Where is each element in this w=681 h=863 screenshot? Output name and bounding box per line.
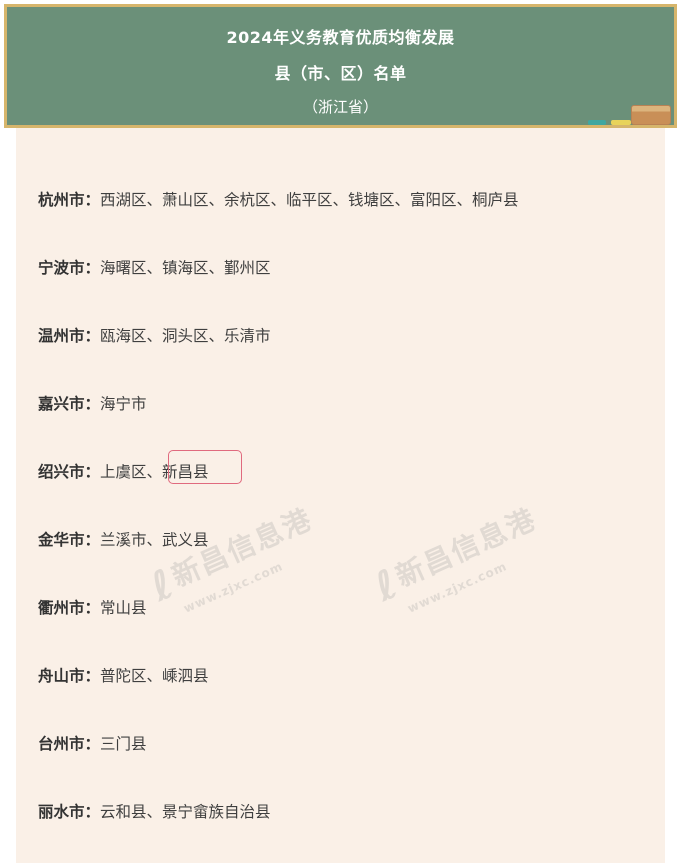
county-list: 常山县	[100, 599, 147, 617]
list-item-hangzhou: 杭州市：西湖区、萧山区、余杭区、临平区、钱塘区、富阳区、桐庐县	[38, 188, 519, 210]
watermark: ℓ新昌信息港 www.zjxc.com	[368, 502, 542, 616]
county-list: 瓯海区、洞头区、乐清市	[100, 327, 271, 345]
list-item-taizhou: 台州市：三门县	[38, 732, 147, 754]
county-list: 海宁市	[100, 395, 147, 413]
page-title-line2: 县（市、区）名单	[274, 64, 407, 83]
list-item-lishui: 丽水市：云和县、景宁畲族自治县	[38, 800, 271, 822]
list-item-jinhua: 金华市：兰溪市、武义县	[38, 528, 209, 550]
page-title: 2024年义务教育优质均衡发展	[226, 28, 455, 47]
city-label: 台州市：	[38, 735, 101, 753]
header-chalkboard: 2024年义务教育优质均衡发展 县（市、区）名单 （浙江省）	[4, 4, 677, 128]
list-item-zhoushan: 舟山市：普陀区、嵊泗县	[38, 664, 209, 686]
chalk-icon	[611, 120, 631, 125]
city-label: 杭州市：	[38, 191, 101, 209]
list-item-ningbo: 宁波市：海曙区、镇海区、鄞州区	[38, 256, 271, 278]
city-label: 嘉兴市：	[38, 395, 101, 413]
city-label: 温州市：	[38, 327, 101, 345]
city-label: 舟山市：	[38, 667, 101, 685]
highlight-box-xinchang	[168, 450, 242, 484]
city-label: 丽水市：	[38, 803, 101, 821]
city-label: 绍兴市：	[38, 463, 101, 481]
chalk-icon	[588, 120, 606, 125]
watermark: ℓ新昌信息港 www.zjxc.com	[144, 502, 318, 616]
county-list: 三门县	[100, 735, 147, 753]
county-list: 普陀区、嵊泗县	[100, 667, 209, 685]
county-list-card: 杭州市：西湖区、萧山区、余杭区、临平区、钱塘区、富阳区、桐庐县 宁波市：海曙区、…	[16, 128, 665, 863]
county-list: 海曙区、镇海区、鄞州区	[100, 259, 271, 277]
province-subtitle: （浙江省）	[302, 98, 378, 116]
list-item-wenzhou: 温州市：瓯海区、洞头区、乐清市	[38, 324, 271, 346]
county-list: 云和县、景宁畲族自治县	[100, 803, 271, 821]
county-list: 西湖区、萧山区、余杭区、临平区、钱塘区、富阳区、桐庐县	[100, 191, 519, 209]
city-label: 金华市：	[38, 531, 101, 549]
list-item-jiaxing: 嘉兴市：海宁市	[38, 392, 147, 414]
list-item-quzhou: 衢州市：常山县	[38, 596, 147, 618]
city-label: 宁波市：	[38, 259, 101, 277]
city-label: 衢州市：	[38, 599, 101, 617]
eraser-icon	[631, 105, 671, 125]
